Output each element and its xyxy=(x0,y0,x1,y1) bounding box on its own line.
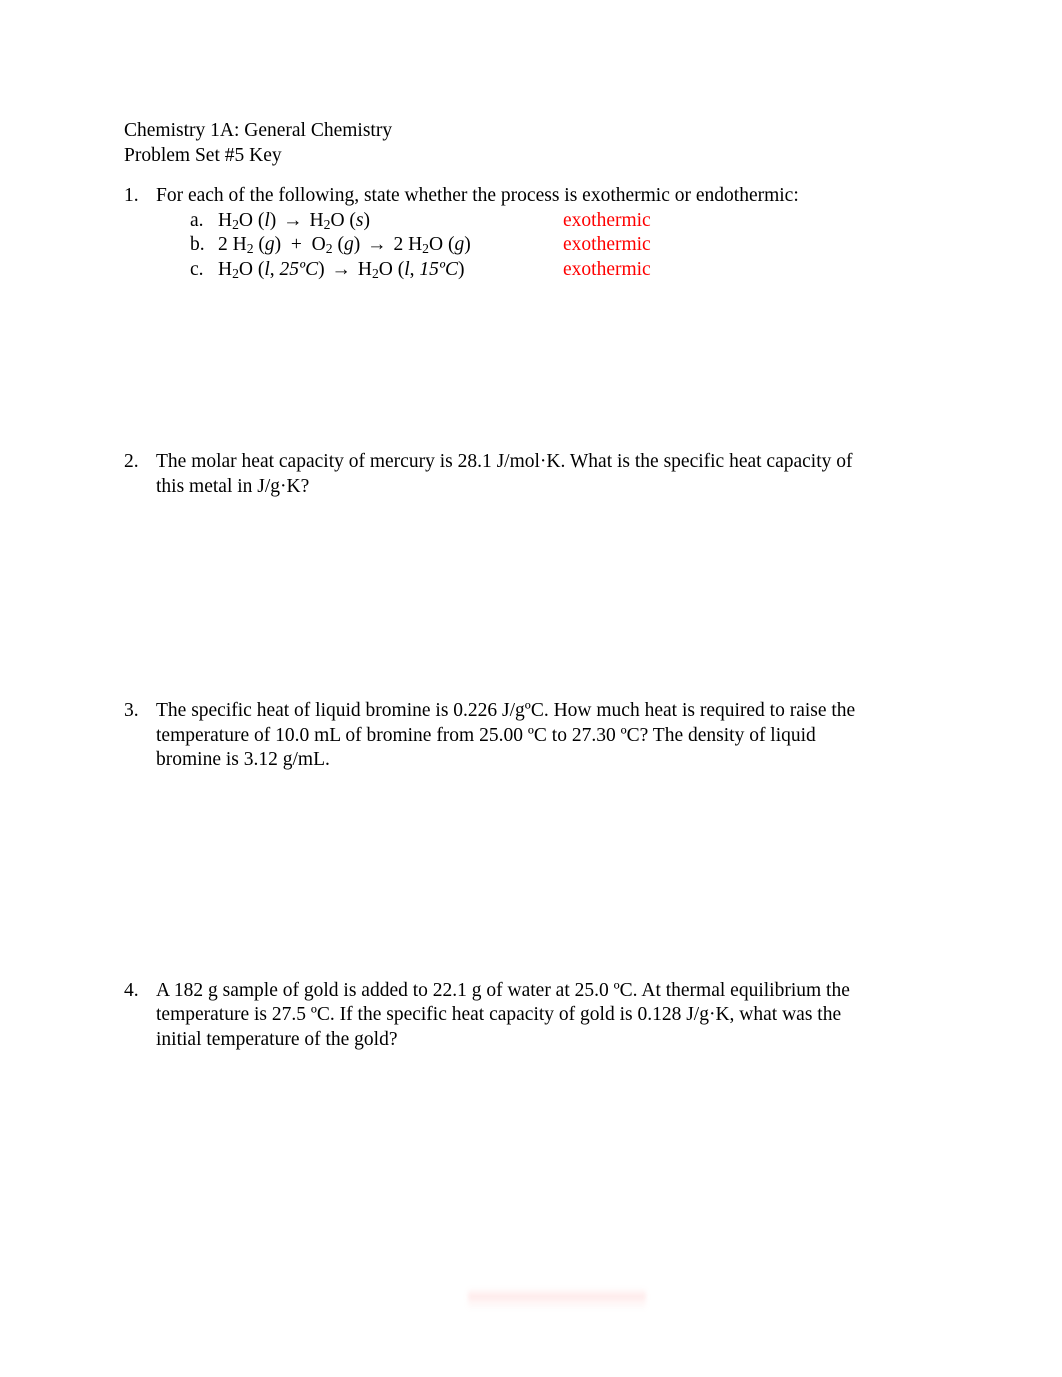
question-prompt-1: For each of the following, state whether… xyxy=(156,185,799,206)
sub-equation-1b: 2 H2 (g) + O2 (g) → 2 H2O (g) xyxy=(218,234,471,256)
question-1-sublist: a. H2O (l) → H2O (s) exothermic b. 2 H2 … xyxy=(156,209,914,283)
question-number-4: 4. xyxy=(124,979,139,1001)
question-prompt-3-line-1: The specific heat of liquid bromine is 0… xyxy=(156,700,856,721)
header-spacer xyxy=(124,168,914,184)
sub-item-1c: c. H2O (l, 25ºC) → H2O (l, 15ºC) exother… xyxy=(156,258,914,283)
question-prompt-2-line-1: The molar heat capacity of mercury is 28… xyxy=(156,451,853,472)
question-number-3: 3. xyxy=(124,700,139,721)
question-number-2: 2. xyxy=(124,451,139,472)
sub-answer-1c: exothermic xyxy=(563,258,651,280)
question-item-2: 2. The molar heat capacity of mercury is… xyxy=(124,450,914,499)
question-item-1: 1. For each of the following, state whet… xyxy=(124,184,914,282)
question-number-1: 1. xyxy=(124,185,139,206)
assignment-title: Problem Set #5 Key xyxy=(124,145,282,166)
document-header: Chemistry 1A: General Chemistry Problem … xyxy=(124,118,914,168)
sub-item-1a: a. H2O (l) → H2O (s) exothermic xyxy=(156,209,914,234)
sub-equation-1a: H2O (l) → H2O (s) xyxy=(218,209,371,232)
question-body-4: A 182 g sample of gold is added to 22.1 … xyxy=(156,979,914,1053)
question-item-4: 4. A 182 g sample of gold is added to 22… xyxy=(124,979,914,1053)
document-content: Chemistry 1A: General Chemistry Problem … xyxy=(124,118,914,1052)
sub-answer-1b: exothermic xyxy=(563,234,651,255)
scan-artifact-smudge xyxy=(468,1288,646,1310)
question-prompt-4-line-1: A 182 g sample of gold is added to 22.1 … xyxy=(156,979,850,1001)
question-prompt-3-line-2: temperature of 10.0 mL of bromine from 2… xyxy=(156,724,816,746)
work-space-1 xyxy=(124,282,914,450)
question-body-2: The molar heat capacity of mercury is 28… xyxy=(156,450,914,499)
sub-equation-1c: H2O (l, 25ºC) → H2O (l, 15ºC) xyxy=(218,258,465,281)
question-body-1: For each of the following, state whether… xyxy=(156,184,914,282)
work-space-3 xyxy=(124,773,914,979)
document-page: Chemistry 1A: General Chemistry Problem … xyxy=(0,0,1062,1377)
sub-letter-1a: a. xyxy=(190,209,204,231)
question-item-3: 3. The specific heat of liquid bromine i… xyxy=(124,699,914,773)
question-prompt-4-line-2: temperature is 27.5 ºC. If the specific … xyxy=(156,1004,842,1025)
question-list: 1. For each of the following, state whet… xyxy=(124,184,914,1052)
course-title: Chemistry 1A: General Chemistry xyxy=(124,120,393,141)
work-space-2 xyxy=(124,499,914,699)
question-prompt-4-line-3: initial temperature of the gold? xyxy=(156,1028,398,1050)
sub-item-1b: b. 2 H2 (g) + O2 (g) → 2 H2O (g) exother… xyxy=(156,233,914,258)
question-body-3: The specific heat of liquid bromine is 0… xyxy=(156,699,914,773)
sub-letter-1b: b. xyxy=(190,234,205,255)
sub-letter-1c: c. xyxy=(190,258,204,280)
question-prompt-2-line-2: this metal in J/g·K? xyxy=(156,475,310,497)
question-prompt-3-line-3: bromine is 3.12 g/mL. xyxy=(156,749,330,770)
sub-answer-1a: exothermic xyxy=(563,209,651,231)
